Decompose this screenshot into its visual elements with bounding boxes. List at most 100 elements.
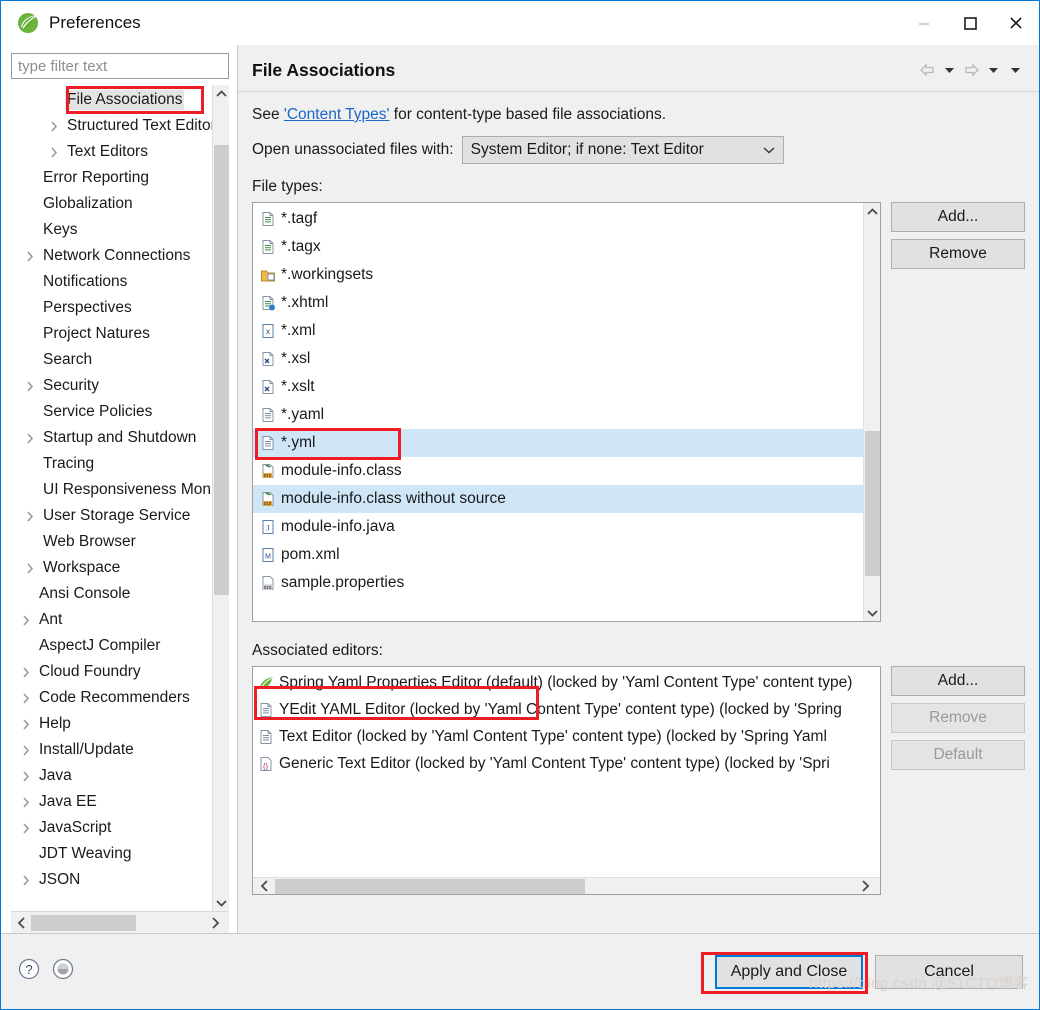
scroll-left-icon[interactable] <box>253 880 275 892</box>
editors-hscroll-thumb[interactable] <box>275 879 585 894</box>
sidebar-hscrollbar[interactable] <box>11 911 229 933</box>
sidebar-item-web-browser[interactable]: Web Browser <box>11 529 212 555</box>
close-icon[interactable] <box>993 2 1039 45</box>
sidebar-item-tracing[interactable]: Tracing <box>11 451 212 477</box>
associated-editor-row[interactable]: {} Generic Text Editor (locked by 'Yaml C… <box>253 750 880 777</box>
scroll-left-icon[interactable] <box>11 916 31 929</box>
sidebar-item-error-reporting[interactable]: Error Reporting <box>11 165 212 191</box>
file-type-row[interactable]: 010 module-info.class without source <box>253 485 863 513</box>
sidebar-item-install-update[interactable]: Install/Update <box>11 737 212 763</box>
file-type-row[interactable]: x *.xml <box>253 317 863 345</box>
chevron-right-icon[interactable] <box>19 250 41 262</box>
search-input[interactable]: type filter text <box>11 53 229 79</box>
file-type-row[interactable]: Mpom.xml <box>253 541 863 569</box>
chevron-right-icon[interactable] <box>15 770 37 782</box>
editors-add-button[interactable]: Add... <box>891 666 1025 696</box>
chevron-right-icon[interactable] <box>19 510 41 522</box>
chevron-right-icon[interactable] <box>15 692 37 704</box>
chevron-right-icon[interactable] <box>15 744 37 756</box>
sidebar-item-network-connections[interactable]: Network Connections <box>11 243 212 269</box>
sidebar-hscroll-thumb[interactable] <box>31 915 136 931</box>
scroll-right-icon[interactable] <box>205 916 225 929</box>
chevron-right-icon[interactable] <box>15 796 37 808</box>
chevron-right-icon[interactable] <box>15 718 37 730</box>
scroll-up-icon[interactable] <box>213 85 230 102</box>
associated-editors-items[interactable]: Spring Yaml Properties Editor (default) … <box>253 667 880 877</box>
file-types-items[interactable]: *.tagf *.tagx *.workingsets *.xhtml x *.xml *.… <box>253 203 863 621</box>
sidebar-item-globalization[interactable]: Globalization <box>11 191 212 217</box>
file-types-remove-button[interactable]: Remove <box>891 239 1025 269</box>
back-caret-down-icon[interactable] <box>939 59 959 81</box>
maximize-icon[interactable] <box>947 2 993 45</box>
scroll-down-icon[interactable] <box>864 604 881 621</box>
sidebar-item-java[interactable]: Java <box>11 763 212 789</box>
forward-caret-down-icon[interactable] <box>983 59 1003 81</box>
chevron-right-icon[interactable] <box>15 614 37 626</box>
sidebar-item-help[interactable]: Help <box>11 711 212 737</box>
file-type-row[interactable]: *.xslt <box>253 373 863 401</box>
file-type-row[interactable]: Jmodule-info.java <box>253 513 863 541</box>
chevron-right-icon[interactable] <box>15 666 37 678</box>
arrow-left-icon[interactable] <box>917 59 937 81</box>
file-types-add-button[interactable]: Add... <box>891 202 1025 232</box>
file-type-row[interactable]: *.tagf <box>253 205 863 233</box>
sidebar-item-keys[interactable]: Keys <box>11 217 212 243</box>
restore-defaults-icon[interactable] <box>51 957 75 986</box>
file-type-row[interactable]: 010 sample.properties <box>253 569 863 597</box>
sidebar-item-user-storage-service[interactable]: User Storage Service <box>11 503 212 529</box>
scroll-down-icon[interactable] <box>213 894 230 911</box>
file-type-row[interactable]: *.xhtml <box>253 289 863 317</box>
sidebar-item-java-ee[interactable]: Java EE <box>11 789 212 815</box>
sidebar-item-ansi-console[interactable]: Ansi Console <box>11 581 212 607</box>
associated-editor-row[interactable]: YEdit YAML Editor (locked by 'Yaml Conte… <box>253 696 880 723</box>
sidebar-item-code-recommenders[interactable]: Code Recommenders <box>11 685 212 711</box>
content-types-link[interactable]: 'Content Types' <box>284 106 390 123</box>
sidebar-item-cloud-foundry[interactable]: Cloud Foundry <box>11 659 212 685</box>
sidebar-item-aspectj-compiler[interactable]: AspectJ Compiler <box>11 633 212 659</box>
sidebar-item-javascript[interactable]: JavaScript <box>11 815 212 841</box>
sidebar-item-search[interactable]: Search <box>11 347 212 373</box>
sidebar-item-text-editors[interactable]: Text Editors <box>11 139 212 165</box>
chevron-right-icon[interactable] <box>43 146 65 158</box>
scroll-up-icon[interactable] <box>864 203 881 220</box>
associated-editor-row[interactable]: Spring Yaml Properties Editor (default) … <box>253 669 880 696</box>
sidebar-item-ui-responsiveness-monitoring[interactable]: UI Responsiveness Monitoring <box>11 477 212 503</box>
sidebar-item-security[interactable]: Security <box>11 373 212 399</box>
file-types-scroll-thumb[interactable] <box>865 431 880 576</box>
sidebar-item-file-associations[interactable]: File Associations <box>11 87 212 113</box>
file-type-row[interactable]: *.xsl <box>253 345 863 373</box>
preferences-tree[interactable]: File Associations Structured Text Editors… <box>11 85 212 911</box>
sidebar-item-service-policies[interactable]: Service Policies <box>11 399 212 425</box>
chevron-right-icon[interactable] <box>19 562 41 574</box>
sidebar-item-perspectives[interactable]: Perspectives <box>11 295 212 321</box>
sidebar-item-notifications[interactable]: Notifications <box>11 269 212 295</box>
file-type-row[interactable]: *.tagx <box>253 233 863 261</box>
file-type-row[interactable]: *.yaml <box>253 401 863 429</box>
sidebar-item-workspace[interactable]: Workspace <box>11 555 212 581</box>
sidebar-item-structured-text-editors[interactable]: Structured Text Editors <box>11 113 212 139</box>
file-types-scrollbar[interactable] <box>863 203 880 621</box>
minimize-icon[interactable] <box>901 2 947 45</box>
associated-editors-list[interactable]: Spring Yaml Properties Editor (default) … <box>252 666 881 895</box>
help-icon[interactable]: ? <box>17 957 41 986</box>
chevron-right-icon[interactable] <box>43 120 65 132</box>
editors-hscrollbar[interactable] <box>253 877 880 894</box>
sidebar-item-project-natures[interactable]: Project Natures <box>11 321 212 347</box>
chevron-right-icon[interactable] <box>15 874 37 886</box>
sidebar-scrollbar[interactable] <box>212 85 229 911</box>
associated-editor-row[interactable]: Text Editor (locked by 'Yaml Content Typ… <box>253 723 880 750</box>
open-unassociated-select[interactable]: System Editor; if none: Text Editor <box>461 136 784 164</box>
chevron-right-icon[interactable] <box>19 432 41 444</box>
chevron-right-icon[interactable] <box>15 822 37 834</box>
sidebar-item-jdt-weaving[interactable]: JDT Weaving <box>11 841 212 867</box>
sidebar-item-ant[interactable]: Ant <box>11 607 212 633</box>
scroll-right-icon[interactable] <box>854 880 876 892</box>
page-menu-caret-down-icon[interactable] <box>1005 59 1025 81</box>
file-type-row[interactable]: *.workingsets <box>253 261 863 289</box>
file-type-row[interactable]: 010 module-info.class <box>253 457 863 485</box>
sidebar-item-startup-and-shutdown[interactable]: Startup and Shutdown <box>11 425 212 451</box>
file-type-row[interactable]: *.yml <box>253 429 863 457</box>
sidebar-item-json[interactable]: JSON <box>11 867 212 893</box>
chevron-right-icon[interactable] <box>19 380 41 392</box>
file-types-list[interactable]: *.tagf *.tagx *.workingsets *.xhtml x *.xml *.… <box>252 202 881 622</box>
